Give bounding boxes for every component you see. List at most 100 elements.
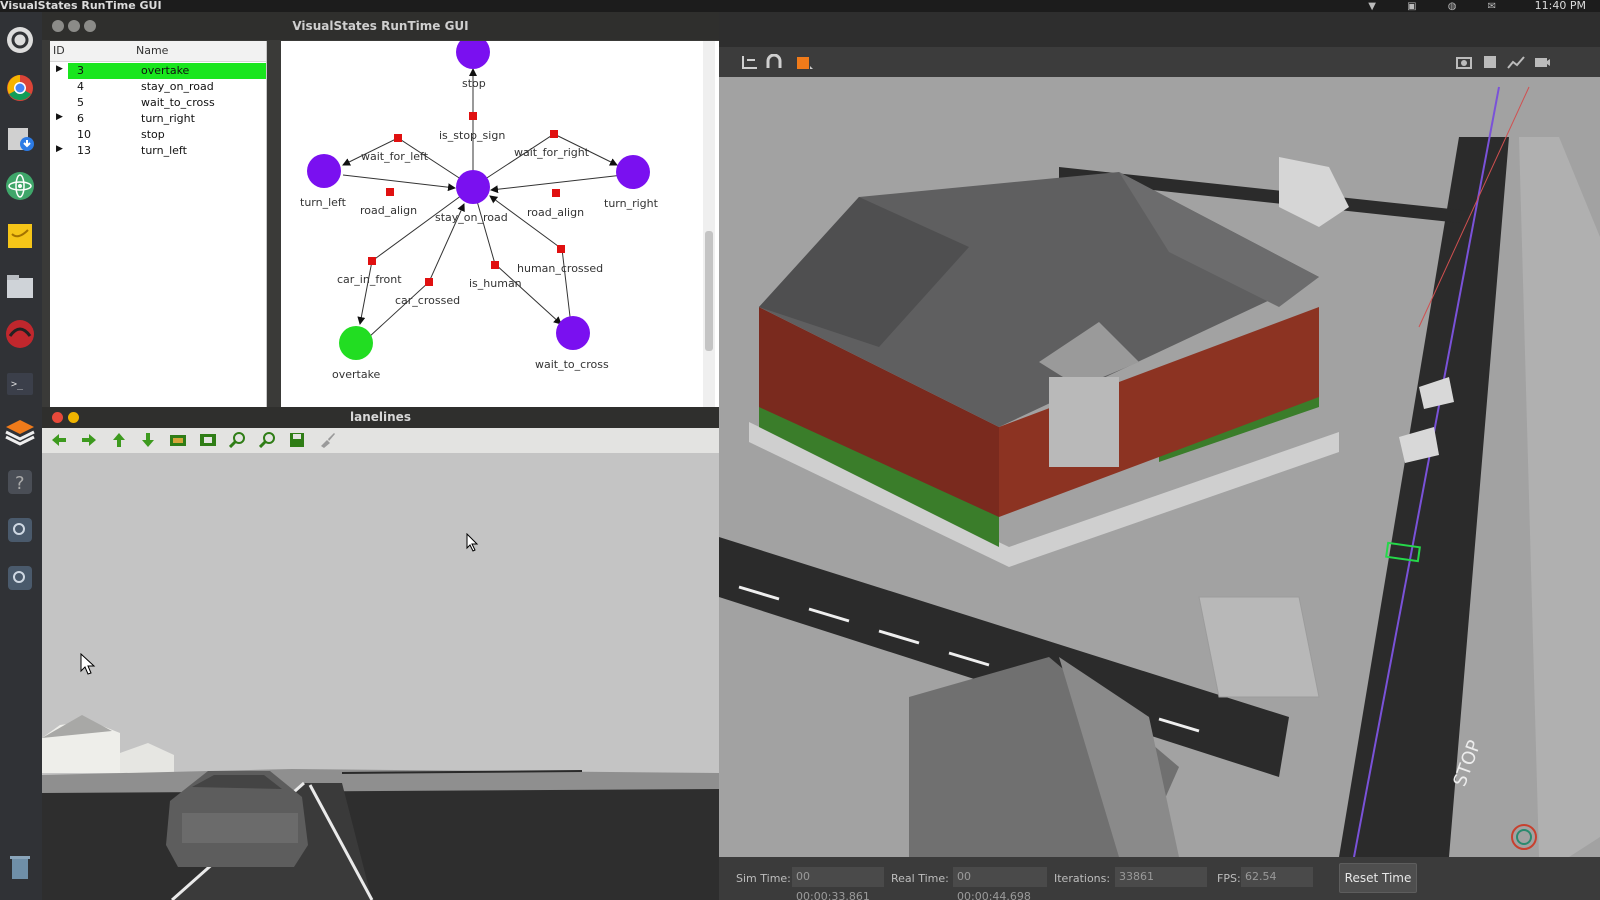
state-node-wait-to-cross[interactable] (556, 316, 590, 350)
tree-row[interactable]: 4 stay_on_road (50, 79, 266, 95)
state-graph-svg[interactable]: stop turn_left stay_on_road turn_right o… (281, 35, 719, 407)
lanelines-title: lanelines (350, 410, 411, 424)
search-app-2-icon[interactable] (4, 562, 36, 594)
video-record-icon[interactable] (1533, 54, 1551, 70)
transition-marker[interactable] (394, 134, 402, 142)
close-button[interactable] (52, 20, 64, 32)
chrome-icon[interactable] (4, 72, 36, 104)
transition-label-human-crossed: human_crossed (517, 262, 603, 275)
zoom-out-icon[interactable] (259, 432, 277, 448)
reset-time-button[interactable]: Reset Time (1339, 863, 1417, 893)
transition-marker[interactable] (469, 112, 477, 120)
up-arrow-icon[interactable] (110, 432, 128, 448)
lanelines-titlebar[interactable]: lanelines (42, 407, 719, 428)
tree-row[interactable]: ▶ 6 turn_right (50, 111, 266, 127)
state-graph-canvas[interactable]: stop turn_left stay_on_road turn_right o… (281, 35, 719, 407)
minimize-button[interactable] (68, 20, 80, 32)
gazebo-toolbar (719, 47, 1600, 77)
window-title: VisualStates RunTime GUI (292, 19, 469, 33)
close-button[interactable] (52, 412, 63, 423)
row-id: 10 (77, 128, 91, 141)
row-id: 3 (77, 64, 84, 77)
scrollbar-thumb[interactable] (705, 231, 713, 351)
row-name: turn_left (141, 144, 187, 157)
real-time-label: Real Time: (891, 872, 949, 885)
terminal-icon[interactable]: >_ (4, 368, 36, 400)
state-label-turn-right: turn_right (604, 197, 659, 210)
gazebo-simulator: STOP Sim Time: 00 00:00:33.861 Real Time… (719, 12, 1600, 900)
brush-icon[interactable] (318, 432, 336, 448)
state-node-stop[interactable] (456, 35, 490, 69)
atom-editor-icon[interactable] (4, 170, 36, 202)
column-header-name[interactable]: Name (136, 44, 168, 57)
tree-row[interactable]: ▶ 3 overtake (50, 63, 266, 79)
row-name: stay_on_road (141, 80, 214, 93)
camera-view[interactable] (42, 453, 719, 900)
sticky-notes-icon[interactable] (4, 220, 36, 252)
tree-row[interactable]: 5 wait_to_cross (50, 95, 266, 111)
save-icon[interactable] (288, 432, 306, 448)
recording-logo-icon (1511, 824, 1537, 850)
transition-marker[interactable] (491, 261, 499, 269)
orange-box-icon[interactable] (795, 54, 815, 72)
transition-label-road-align-right: road_align (527, 206, 584, 219)
transition-marker[interactable] (550, 130, 558, 138)
column-header-id[interactable]: ID (53, 44, 65, 57)
trash-icon[interactable] (4, 850, 36, 882)
state-node-overtake[interactable] (339, 326, 373, 360)
sim-time-value: 00 00:00:33.861 (792, 867, 884, 900)
transition-label-road-align-left: road_align (360, 204, 417, 217)
downloader-icon[interactable] (4, 122, 36, 154)
layers-stack-icon[interactable] (4, 416, 36, 448)
search-app-icon[interactable] (4, 514, 36, 546)
state-label-wait-to-cross: wait_to_cross (535, 358, 609, 371)
row-name: overtake (141, 64, 190, 77)
transition-marker[interactable] (368, 257, 376, 265)
transition-marker[interactable] (386, 188, 394, 196)
row-id: 13 (77, 144, 91, 157)
real-time-value: 00 00:00:44.698 (953, 867, 1047, 900)
forward-arrow-icon[interactable] (80, 432, 98, 448)
fps-label: FPS: (1217, 872, 1241, 885)
translate-mode-icon[interactable] (741, 54, 759, 70)
tree-row[interactable]: ▶ 13 turn_left (50, 143, 266, 159)
screenshot-icon[interactable] (1455, 54, 1473, 70)
clock[interactable]: 11:40 PM (1535, 0, 1586, 12)
expand-arrow-icon[interactable]: ▶ (56, 144, 63, 154)
state-node-stay-on-road[interactable] (456, 170, 490, 204)
home-icon[interactable] (169, 432, 187, 448)
ubuntu-home-icon[interactable] (4, 24, 36, 56)
state-node-turn-left[interactable] (307, 154, 341, 188)
log-icon[interactable] (1481, 54, 1499, 70)
launcher-dock: >_ ? (0, 12, 42, 900)
world-scene: STOP (719, 77, 1600, 858)
graph-scrollbar[interactable] (703, 41, 715, 407)
expand-arrow-icon[interactable]: ▶ (56, 112, 63, 122)
plot-icon[interactable] (1507, 54, 1525, 70)
transition-marker[interactable] (557, 245, 565, 253)
down-arrow-icon[interactable] (139, 432, 157, 448)
transition-marker[interactable] (552, 189, 560, 197)
transition-label-is-human: is_human (469, 277, 522, 290)
magnet-snap-icon[interactable] (765, 54, 783, 70)
window-titlebar[interactable]: VisualStates RunTime GUI (42, 12, 719, 40)
state-label-turn-left: turn_left (300, 196, 347, 209)
hedgehog-app-icon[interactable] (4, 318, 36, 350)
transition-marker[interactable] (425, 278, 433, 286)
back-arrow-icon[interactable] (50, 432, 68, 448)
help-icon[interactable]: ? (4, 466, 36, 498)
transition-label-wait-for-right: wait_for_right (514, 146, 590, 159)
expand-arrow-icon[interactable]: ▶ (56, 64, 63, 74)
state-node-turn-right[interactable] (616, 155, 650, 189)
tree-row[interactable]: 10 stop (50, 127, 266, 143)
files-icon[interactable] (4, 270, 36, 302)
3d-world-view[interactable]: STOP (719, 77, 1600, 858)
minimize-button[interactable] (68, 412, 79, 423)
fit-icon[interactable] (199, 432, 217, 448)
maximize-button[interactable] (84, 20, 96, 32)
mouse-cursor-icon (466, 533, 479, 552)
tree-header: ID Name (50, 41, 266, 62)
state-label-overtake: overtake (332, 368, 381, 381)
zoom-in-icon[interactable] (229, 432, 247, 448)
state-label-stay-on-road: stay_on_road (435, 211, 508, 224)
